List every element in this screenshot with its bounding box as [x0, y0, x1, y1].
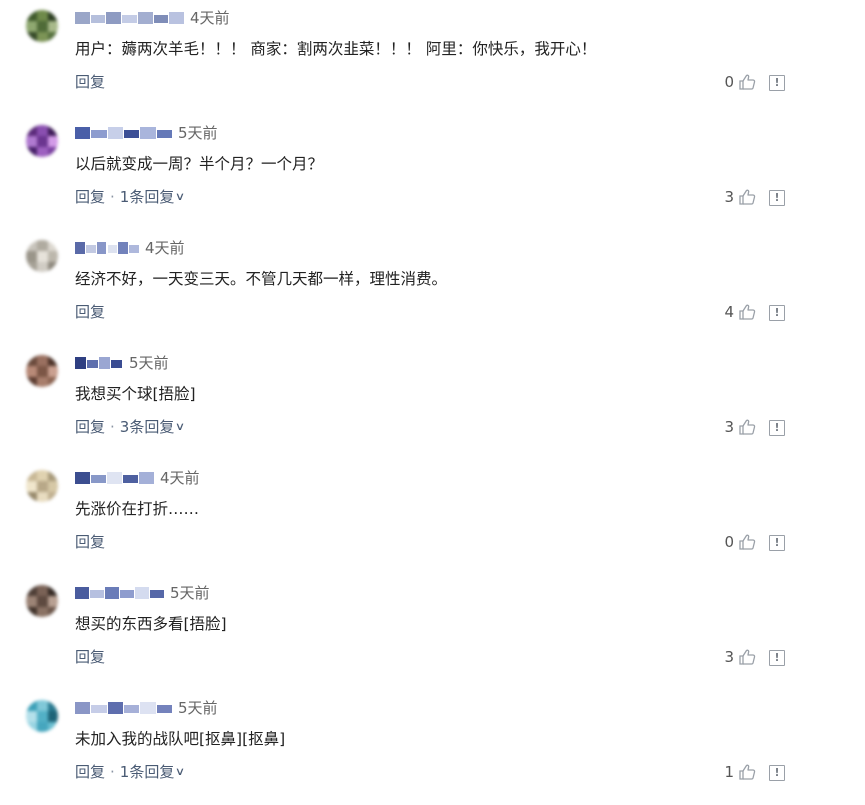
report-icon[interactable]: !	[769, 305, 785, 321]
like-count: 3	[724, 188, 734, 206]
avatar[interactable]	[26, 355, 58, 387]
reply-button[interactable]: 回复	[75, 187, 105, 207]
avatar[interactable]	[26, 470, 58, 502]
username-mosaic[interactable]	[75, 357, 123, 371]
report-icon[interactable]: !	[769, 650, 785, 666]
thumbs-up-icon[interactable]	[738, 533, 756, 551]
report-icon[interactable]: !	[769, 535, 785, 551]
like-count: 1	[724, 763, 734, 781]
view-replies-link[interactable]: 1条回复	[120, 762, 175, 782]
avatar[interactable]	[26, 240, 58, 272]
comment-text: 想买的东西多看[捂脸]	[75, 615, 227, 633]
separator-dot: ·	[110, 418, 115, 436]
username-mosaic[interactable]	[75, 472, 155, 486]
comment-text: 未加入我的战队吧[抠鼻][抠鼻]	[75, 730, 286, 748]
chevron-down-icon[interactable]: ∨	[175, 762, 185, 782]
report-icon[interactable]: !	[769, 190, 785, 206]
reply-button[interactable]: 回复	[75, 762, 105, 782]
comment-item: 4天前经济不好，一天变三天。不管几天都一样，理性消费。 回复 4!	[0, 230, 865, 345]
comment-text: 以后就变成一周？半个月？一个月？	[75, 155, 324, 173]
username-mosaic[interactable]	[75, 242, 140, 256]
comment-actions: 回复	[75, 532, 105, 552]
comment-item: 5天前想买的东西多看[捂脸] 回复 3!	[0, 575, 865, 690]
comment-actions: 回复 · 1条回复 ∨	[75, 187, 186, 207]
view-replies-link[interactable]: 3条回复	[120, 417, 175, 437]
chevron-down-icon[interactable]: ∨	[175, 187, 185, 207]
report-icon[interactable]: !	[769, 765, 785, 781]
reply-button[interactable]: 回复	[75, 532, 105, 552]
comment-item: 5天前我想买个球[捂脸] 回复 · 3条回复 ∨ 3!	[0, 345, 865, 460]
avatar[interactable]	[26, 585, 58, 617]
comment-time: 5天前	[178, 699, 218, 717]
like-count: 0	[724, 533, 734, 551]
comment-time: 5天前	[129, 354, 169, 372]
chevron-down-icon[interactable]: ∨	[175, 417, 185, 437]
comment-item: 4天前用户：薅两次羊毛！！！ 商家：割两次韭菜！！！ 阿里：你快乐，我开心！ 回复…	[0, 0, 865, 115]
username-mosaic[interactable]	[75, 127, 173, 141]
comment-actions: 回复 · 1条回复 ∨	[75, 762, 186, 782]
comment-time: 4天前	[145, 239, 185, 257]
thumbs-up-icon[interactable]	[738, 648, 756, 666]
report-icon[interactable]: !	[769, 420, 785, 436]
view-replies-link[interactable]: 1条回复	[120, 187, 175, 207]
comment-time: 5天前	[170, 584, 210, 602]
comment-actions: 回复	[75, 72, 105, 92]
username-mosaic[interactable]	[75, 587, 165, 601]
like-count: 3	[724, 648, 734, 666]
thumbs-up-icon[interactable]	[738, 73, 756, 91]
comment-text: 我想买个球[捂脸]	[75, 385, 196, 403]
comment-time: 5天前	[178, 124, 218, 142]
comment-time: 4天前	[160, 469, 200, 487]
avatar[interactable]	[26, 10, 58, 42]
thumbs-up-icon[interactable]	[738, 418, 756, 436]
comment-item: 4天前先涨价在打折…… 回复 0!	[0, 460, 865, 575]
comment-actions: 回复	[75, 647, 105, 667]
comment-text: 经济不好，一天变三天。不管几天都一样，理性消费。	[75, 270, 448, 288]
comment-item: 5天前以后就变成一周？半个月？一个月？ 回复 · 1条回复 ∨ 3!	[0, 115, 865, 230]
comment-text: 先涨价在打折……	[75, 500, 200, 518]
reply-button[interactable]: 回复	[75, 647, 105, 667]
reply-button[interactable]: 回复	[75, 72, 105, 92]
avatar[interactable]	[26, 125, 58, 157]
comment-item: 5天前未加入我的战队吧[抠鼻][抠鼻] 回复 · 1条回复 ∨ 1!	[0, 690, 865, 805]
avatar[interactable]	[26, 700, 58, 732]
like-count: 3	[724, 418, 734, 436]
comment-actions: 回复	[75, 302, 105, 322]
username-mosaic[interactable]	[75, 12, 185, 26]
comment-time: 4天前	[190, 9, 230, 27]
comment-actions: 回复 · 3条回复 ∨	[75, 417, 186, 437]
like-count: 4	[724, 303, 734, 321]
separator-dot: ·	[110, 763, 115, 781]
thumbs-up-icon[interactable]	[738, 188, 756, 206]
report-icon[interactable]: !	[769, 75, 785, 91]
comment-text: 用户：薅两次羊毛！！！ 商家：割两次韭菜！！！ 阿里：你快乐，我开心！	[75, 40, 597, 58]
reply-button[interactable]: 回复	[75, 417, 105, 437]
separator-dot: ·	[110, 188, 115, 206]
reply-button[interactable]: 回复	[75, 302, 105, 322]
thumbs-up-icon[interactable]	[738, 303, 756, 321]
thumbs-up-icon[interactable]	[738, 763, 756, 781]
username-mosaic[interactable]	[75, 702, 173, 716]
like-count: 0	[724, 73, 734, 91]
